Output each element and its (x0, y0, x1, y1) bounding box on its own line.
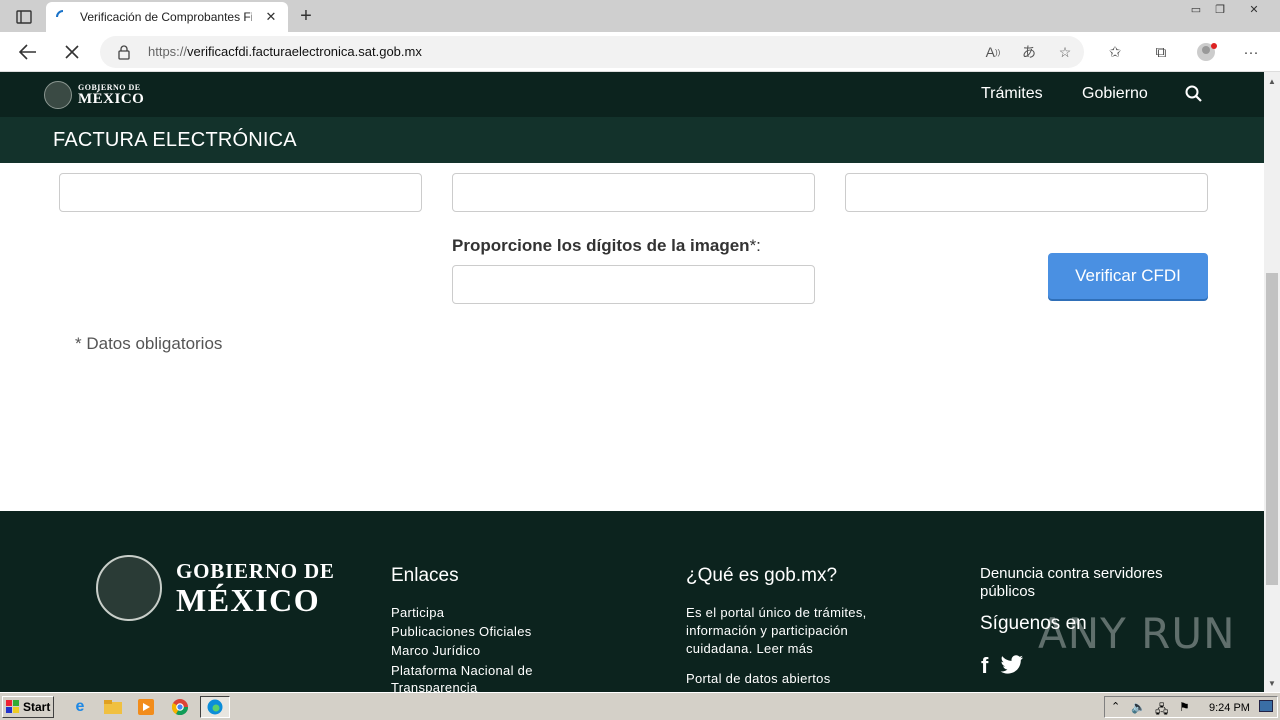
seal-icon (96, 555, 162, 621)
page-viewport: GOBIERNO DE MÉXICO Trámites Gobierno FAC… (0, 72, 1264, 692)
tab-active[interactable]: Verificación de Comprobantes Fi ✕ (46, 2, 288, 32)
tab-actions-button[interactable] (8, 6, 40, 28)
minimize-button[interactable]: ▭ (1184, 0, 1208, 18)
link-transparencia[interactable]: Plataforma Nacional de Transparencia (391, 662, 561, 692)
gob-logo[interactable]: GOBIERNO DE MÉXICO (44, 81, 144, 109)
search-icon[interactable] (1184, 84, 1204, 104)
tab-actions-icon (16, 10, 32, 24)
footer-logo[interactable]: GOBIERNO DE MÉXICO (96, 555, 335, 621)
link-datos-abiertos[interactable]: Portal de datos abiertos (686, 671, 831, 686)
taskbar: Start e ⌃ 🔈 🖧 ⚑ 9:24 PM (0, 692, 1280, 720)
captcha-input[interactable] (452, 265, 815, 304)
sub-header: FACTURA ELECTRÓNICA (0, 117, 1264, 163)
media-player-icon[interactable] (134, 696, 158, 718)
tab-strip: Verificación de Comprobantes Fi ✕ + ▭ ❐ … (0, 0, 1280, 32)
footer-logo-line2: MÉXICO (176, 581, 321, 618)
address-bar[interactable]: https://verificacfdi.facturaelectronica.… (100, 36, 1084, 68)
ie-icon[interactable]: e (68, 696, 92, 718)
link-participa[interactable]: Participa (391, 605, 444, 620)
url-prefix: https:// (148, 44, 188, 59)
volume-icon[interactable]: 🔈 (1131, 700, 1146, 714)
stop-x-icon (65, 45, 79, 59)
about-text: Es el portal único de trámites, informac… (686, 605, 867, 656)
profile-icon (1197, 43, 1217, 61)
twitter-icon[interactable] (1000, 655, 1024, 675)
start-button[interactable]: Start (2, 696, 54, 718)
about-title: ¿Qué es gob.mx? (686, 565, 838, 586)
required-note: * Datos obligatorios (75, 334, 223, 353)
footer-logo-line1: GOBIERNO DE (176, 558, 335, 583)
screen: Verificación de Comprobantes Fi ✕ + ▭ ❐ … (0, 0, 1280, 720)
tab-title: Verificación de Comprobantes Fi (80, 10, 252, 24)
links-title: Enlaces (391, 565, 459, 586)
link-publicaciones[interactable]: Publicaciones Oficiales (391, 624, 532, 639)
edge-taskbar-icon[interactable] (200, 696, 230, 718)
url-host: verificacfdi.facturaelectronica.sat.gob.… (187, 44, 422, 59)
profile-avatar-icon[interactable] (1196, 42, 1218, 62)
scroll-thumb[interactable] (1266, 273, 1278, 585)
footer: GOBIERNO DE MÉXICO Enlaces Participa Pub… (0, 511, 1264, 692)
verify-cfdi-button[interactable]: Verificar CFDI (1048, 253, 1208, 299)
browser-toolbar: https://verificacfdi.facturaelectronica.… (0, 32, 1280, 72)
network-icon[interactable]: 🖧 (1155, 700, 1168, 720)
tab-close-icon[interactable]: ✕ (264, 9, 278, 25)
gob-header: GOBIERNO DE MÉXICO Trámites Gobierno (0, 72, 1264, 117)
folio-fiscal-input[interactable] (845, 173, 1208, 212)
seal-icon (44, 81, 72, 109)
nav-tramites[interactable]: Trámites (981, 85, 1043, 103)
translate-icon[interactable]: あ (1018, 42, 1040, 62)
anyrun-watermark: ANY RUN (1038, 609, 1236, 658)
link-marco-juridico[interactable]: Marco Jurídico (391, 643, 480, 658)
close-window-button[interactable]: ✕ (1242, 0, 1266, 18)
new-tab-button[interactable]: + (294, 4, 318, 28)
more-menu-icon[interactable]: ··· (1240, 42, 1262, 62)
clock[interactable]: 9:24 PM (1209, 702, 1250, 714)
stop-button[interactable] (58, 38, 86, 66)
back-arrow-icon (19, 44, 36, 60)
scroll-up-arrow-icon[interactable]: ▲ (1264, 74, 1280, 88)
favorites-icon[interactable]: ✩ (1104, 42, 1126, 62)
loading-icon (56, 10, 64, 18)
lock-icon (118, 45, 130, 60)
flag-icon[interactable]: ⚑ (1179, 700, 1190, 714)
back-button[interactable] (14, 38, 42, 66)
rfc-emisor-input[interactable] (59, 173, 422, 212)
url-text: https://verificacfdi.facturaelectronica.… (148, 44, 422, 59)
chrome-icon[interactable] (168, 696, 192, 718)
gob-logo-line2: MÉXICO (78, 90, 145, 107)
explorer-folder-icon[interactable] (101, 696, 125, 718)
captcha-required-mark: *: (749, 236, 761, 255)
captcha-label-text: Proporcione los dígitos de la imagen (452, 236, 750, 255)
tray-expand-icon[interactable]: ⌃ (1111, 700, 1120, 713)
restore-button[interactable]: ❐ (1208, 0, 1232, 18)
windows-logo-icon (6, 700, 19, 713)
system-tray: ⌃ 🔈 🖧 ⚑ 9:24 PM (1104, 696, 1278, 718)
start-label: Start (23, 700, 51, 714)
facebook-icon[interactable]: f (981, 653, 988, 679)
scroll-down-arrow-icon[interactable]: ▼ (1264, 676, 1280, 690)
read-aloud-icon[interactable]: A)) (982, 42, 1004, 62)
section-title: FACTURA ELECTRÓNICA (53, 129, 297, 151)
captcha-label: Proporcione los dígitos de la imagen*: (452, 236, 761, 256)
rfc-receptor-input[interactable] (452, 173, 815, 212)
collections-icon[interactable]: ⧉ (1150, 42, 1172, 62)
link-denuncia[interactable]: Denuncia contra servidores públicos (980, 565, 1200, 601)
nav-gobierno[interactable]: Gobierno (1082, 85, 1148, 103)
show-desktop-icon[interactable] (1259, 700, 1273, 712)
add-favorite-icon[interactable]: ☆ (1054, 42, 1076, 62)
